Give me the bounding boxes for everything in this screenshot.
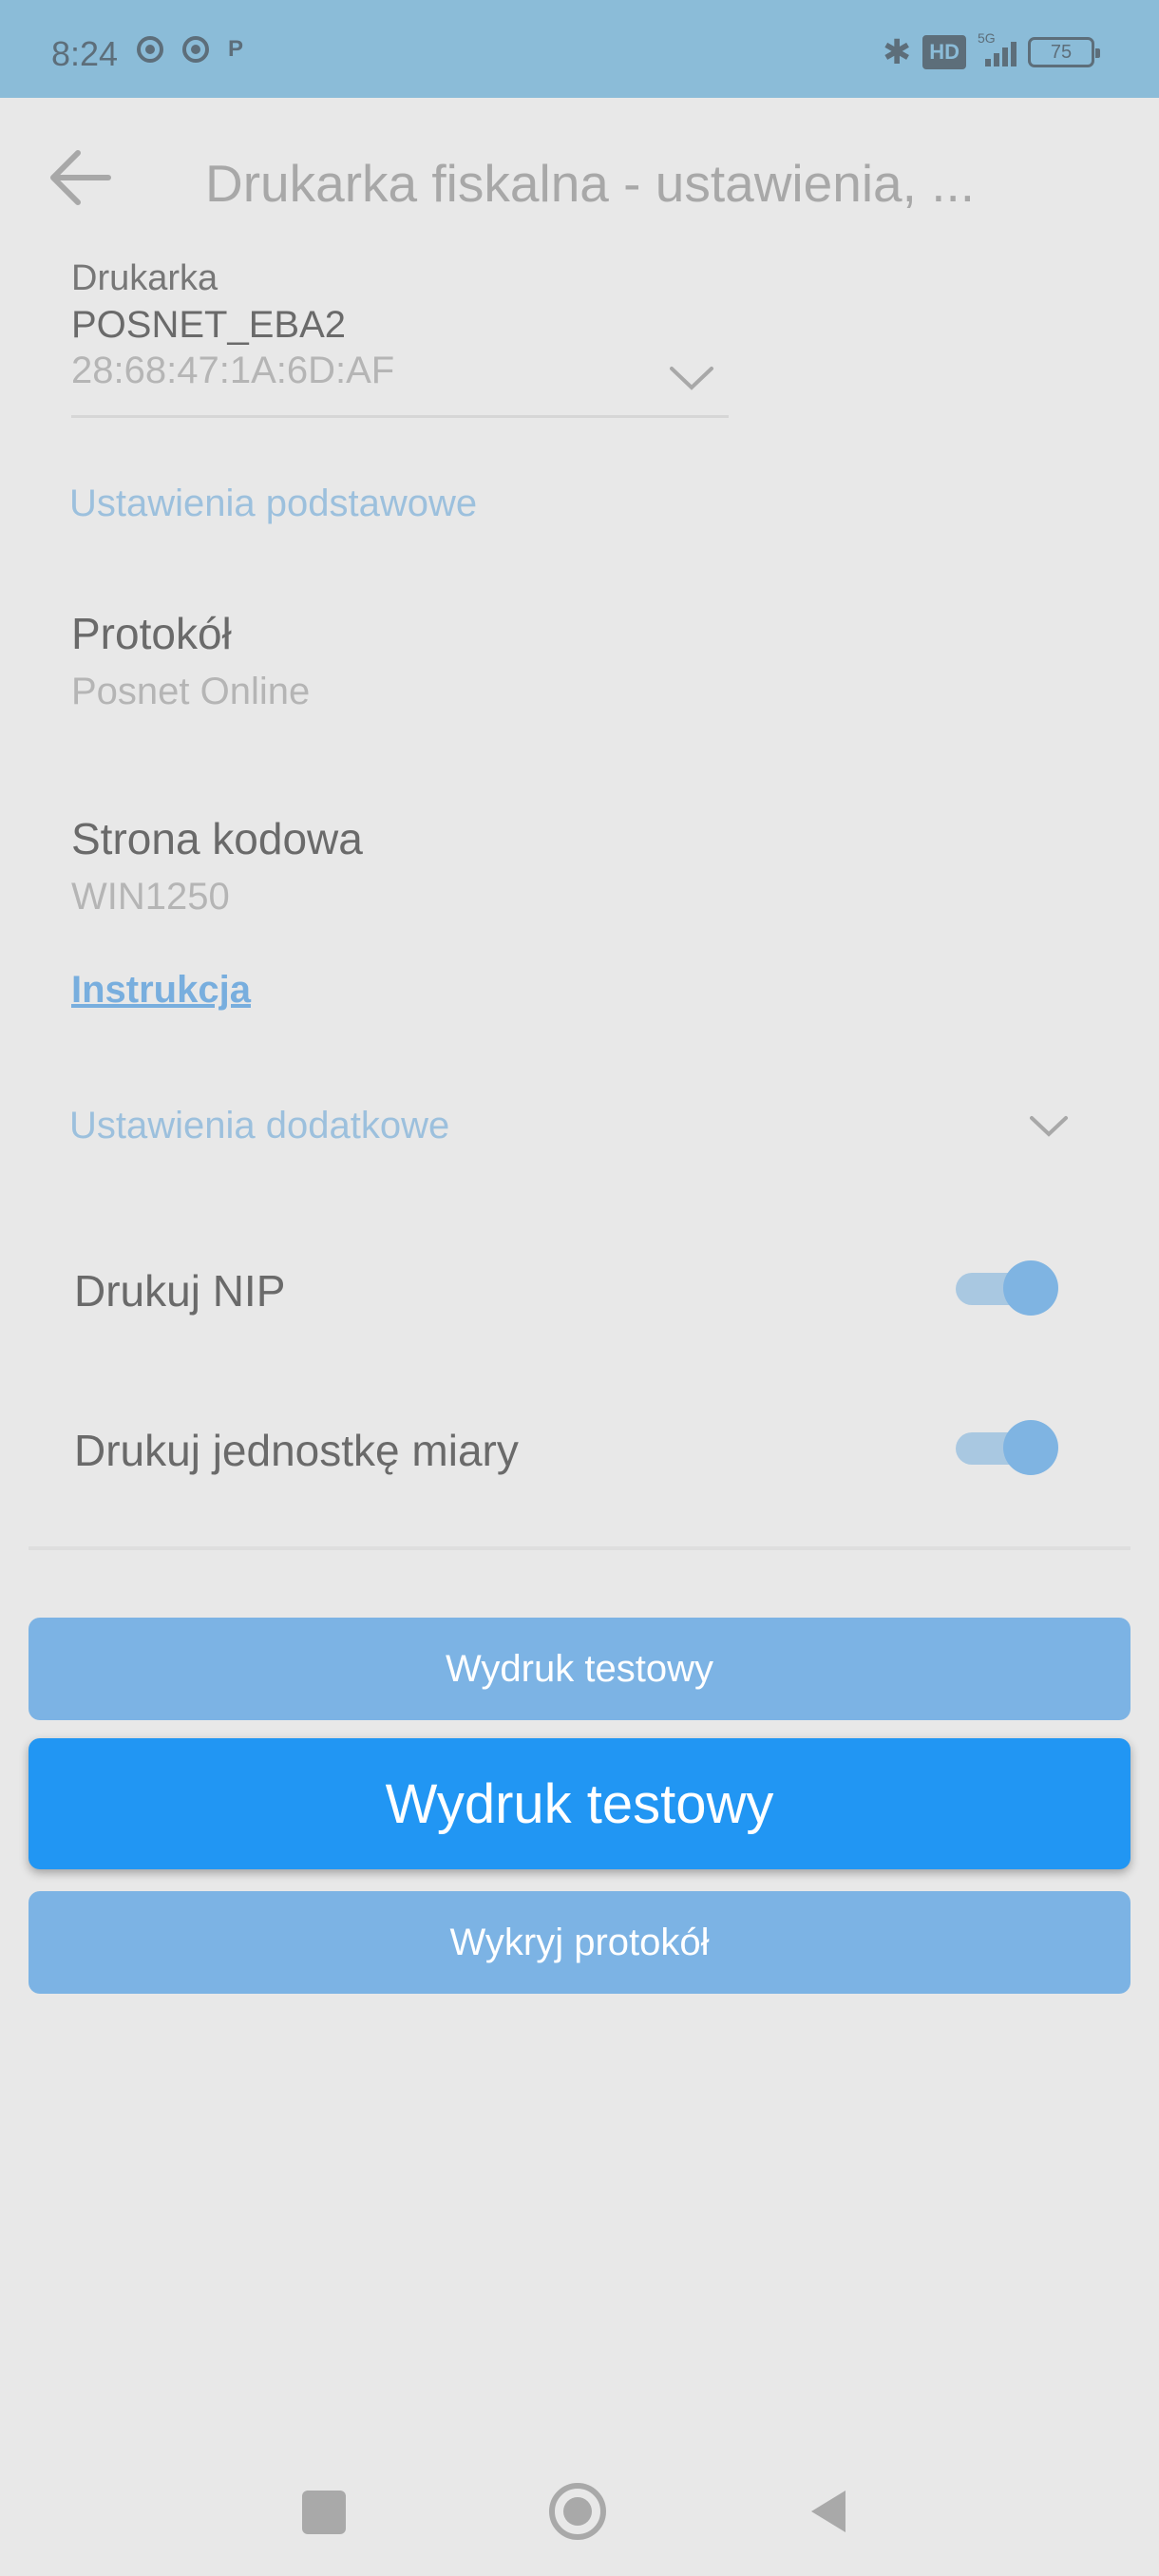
chevron-down-icon[interactable] xyxy=(668,363,715,393)
detect-protocol-button[interactable]: Wykryj protokół xyxy=(28,1891,1130,1994)
print-nip-row: Drukuj NIP xyxy=(74,1250,1062,1326)
printer-label: Drukarka xyxy=(71,258,218,298)
test-print-button-faded[interactable]: Wydruk testowy xyxy=(28,1618,1130,1720)
bluetooth-icon: ✱ xyxy=(883,32,912,71)
hd-voice-icon: HD xyxy=(922,35,966,69)
instructions-link[interactable]: Instrukcja xyxy=(71,969,251,1012)
print-nip-label: Drukuj NIP xyxy=(74,1266,286,1316)
protocol-value: Posnet Online xyxy=(71,671,311,712)
app-notification-icon xyxy=(182,36,209,63)
network-type-label: 5G xyxy=(978,30,996,46)
code-page-value: WIN1250 xyxy=(71,876,230,918)
app-bar: Drukarka fiskalna - ustawienia, ... xyxy=(0,98,1159,259)
chevron-down-icon[interactable] xyxy=(1028,1113,1070,1140)
system-nav-bar xyxy=(0,2451,1159,2576)
test-print-button[interactable]: Wydruk testowy xyxy=(28,1738,1130,1869)
print-unit-label: Drukuj jednostkę miary xyxy=(74,1426,519,1475)
back-triangle-icon[interactable] xyxy=(808,2487,849,2536)
basic-settings-header: Ustawienia podstawowe xyxy=(69,483,478,524)
toggle-thumb xyxy=(1003,1260,1058,1316)
chrome-notification-icon xyxy=(137,36,163,63)
print-unit-row: Drukuj jednostkę miary xyxy=(74,1410,1062,1486)
status-bar: 8:24 P ✱ HD 5G 75 xyxy=(0,0,1159,98)
code-page-title: Strona kodowa xyxy=(71,814,363,863)
printer-name: POSNET_EBA2 xyxy=(71,304,347,346)
page-title: Drukarka fiskalna - ustawienia, ... xyxy=(205,154,976,213)
status-time: 8:24 xyxy=(51,34,119,73)
divider xyxy=(28,1546,1130,1550)
toggle-thumb xyxy=(1003,1420,1058,1475)
protocol-title: Protokół xyxy=(71,609,232,658)
back-arrow-icon[interactable] xyxy=(46,147,114,208)
signal-icon: 5G xyxy=(978,30,1016,66)
battery-icon: 75 xyxy=(1028,37,1100,67)
recents-icon[interactable] xyxy=(302,2491,346,2534)
print-unit-toggle[interactable] xyxy=(952,1417,1058,1478)
battery-level: 75 xyxy=(1050,42,1073,63)
printer-mac-address: 28:68:47:1A:6D:AF xyxy=(71,350,395,391)
print-nip-toggle[interactable] xyxy=(952,1258,1058,1318)
additional-settings-header: Ustawienia dodatkowe xyxy=(69,1105,450,1146)
parking-notification-icon: P xyxy=(228,36,244,62)
home-icon[interactable] xyxy=(549,2483,606,2540)
printer-select[interactable]: Drukarka POSNET_EBA2 28:68:47:1A:6D:AF xyxy=(71,258,729,418)
